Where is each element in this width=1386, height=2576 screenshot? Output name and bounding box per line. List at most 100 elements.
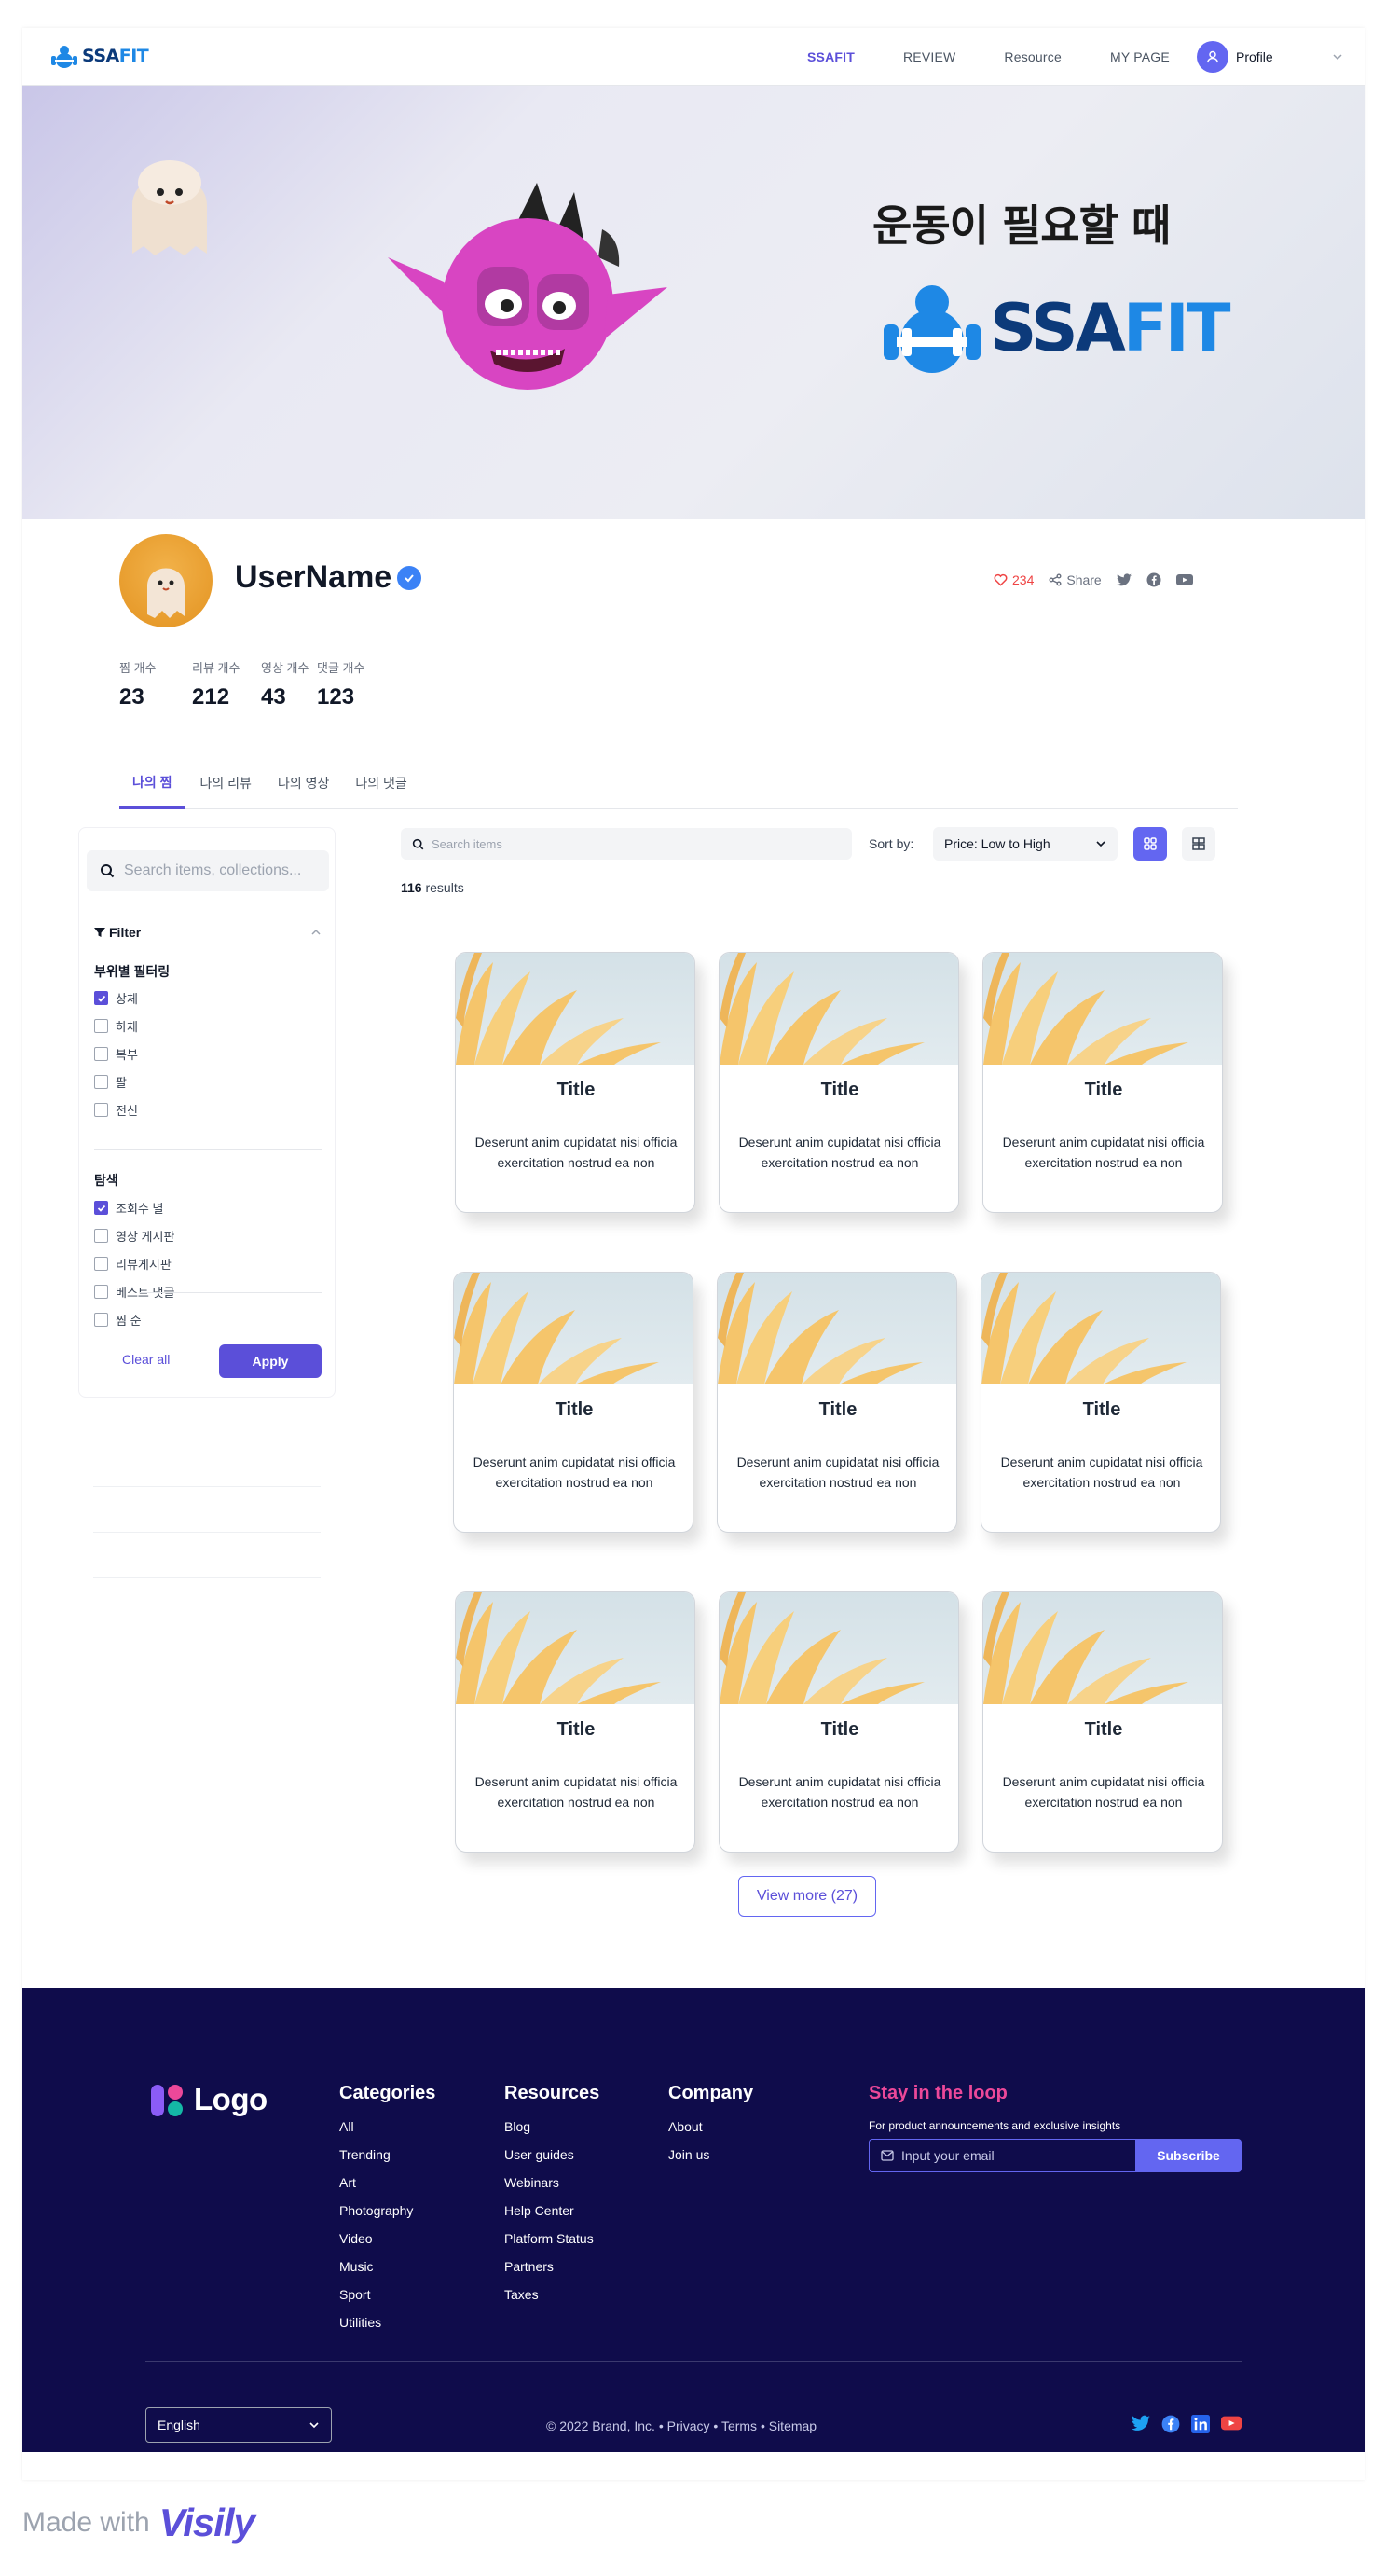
content-card[interactable]: Title Deserunt anim cupidatat nisi offici…: [719, 952, 959, 1213]
checkbox-checked[interactable]: [94, 991, 108, 1005]
filter-option-video-board[interactable]: 영상 게시판: [94, 1227, 174, 1245]
newsletter: Stay in the loop For product announcemen…: [869, 2083, 1120, 2132]
stat-value: 23: [119, 684, 144, 709]
results-number: 116: [401, 880, 422, 895]
hero-banner: 운동이 필요할 때 SSAFIT: [22, 86, 1365, 519]
facebook-icon[interactable]: [1161, 2415, 1180, 2433]
chevron-down-icon[interactable]: [1331, 50, 1344, 63]
nav-my-page[interactable]: MY PAGE: [1110, 49, 1170, 64]
filter-header[interactable]: Filter: [94, 925, 322, 940]
like-button[interactable]: 234: [994, 572, 1034, 587]
footer-link[interactable]: User guides: [504, 2147, 599, 2175]
content-card[interactable]: Title Deserunt anim cupidatat nisi offici…: [981, 1272, 1221, 1533]
search-icon: [412, 838, 424, 849]
apply-button[interactable]: Apply: [219, 1344, 322, 1378]
logo-mark-icon: [151, 2085, 183, 2116]
twitter-icon[interactable]: [1116, 573, 1132, 586]
filter-option-views[interactable]: 조회수 별: [94, 1199, 163, 1217]
filter-option-upper[interactable]: 상체: [94, 989, 138, 1007]
tab-my-reviews[interactable]: 나의 리뷰: [189, 757, 263, 809]
footer-link[interactable]: Photography: [339, 2203, 435, 2231]
nav-resource[interactable]: Resource: [1004, 49, 1062, 64]
card-title: Title: [820, 1719, 859, 1740]
checkbox[interactable]: [94, 1285, 108, 1299]
card-image: [981, 1273, 1220, 1384]
footer-link[interactable]: Utilities: [339, 2315, 435, 2343]
footer-link[interactable]: Music: [339, 2259, 435, 2287]
card-description: Deserunt anim cupidatat nisi officia exe…: [473, 1454, 676, 1490]
nav-review[interactable]: REVIEW: [903, 49, 955, 64]
facebook-icon[interactable]: [1146, 572, 1161, 587]
filter-option-lower[interactable]: 하체: [94, 1017, 138, 1035]
footer-link[interactable]: Help Center: [504, 2203, 599, 2231]
footer-col-categories: Categories All Trending Art Photography …: [339, 2083, 435, 2343]
profile-label: Profile: [1236, 49, 1273, 64]
main-search-input[interactable]: [432, 836, 832, 851]
checkbox[interactable]: [94, 1103, 108, 1117]
language-select[interactable]: English: [145, 2407, 332, 2443]
checkbox[interactable]: [94, 1047, 108, 1061]
made-with-badge[interactable]: Made with Visily: [22, 2500, 255, 2545]
checkbox[interactable]: [94, 1019, 108, 1033]
chevron-up-icon[interactable]: [310, 927, 322, 938]
footer-link[interactable]: Partners: [504, 2259, 599, 2287]
footer-link[interactable]: Webinars: [504, 2175, 599, 2203]
card-image: [456, 1592, 694, 1704]
tab-my-comments[interactable]: 나의 댓글: [344, 757, 418, 809]
divider: [93, 1532, 321, 1533]
footer-link[interactable]: Join us: [668, 2147, 753, 2175]
subscribe-button[interactable]: Subscribe: [1135, 2139, 1242, 2172]
profile-menu[interactable]: Profile: [1197, 41, 1273, 73]
clear-all-button[interactable]: Clear all: [122, 1352, 170, 1367]
tab-my-likes[interactable]: 나의 찜: [119, 757, 185, 809]
content-card[interactable]: Title Deserunt anim cupidatat nisi offici…: [982, 952, 1223, 1213]
footer-link[interactable]: About: [668, 2119, 753, 2147]
content-card[interactable]: Title Deserunt anim cupidatat nisi offici…: [982, 1591, 1223, 1853]
youtube-icon[interactable]: [1175, 573, 1193, 586]
tab-my-videos[interactable]: 나의 영상: [267, 757, 340, 809]
footer-link[interactable]: Taxes: [504, 2287, 599, 2315]
filter-option-fullbody[interactable]: 전신: [94, 1101, 138, 1119]
banner-title: 운동이 필요할 때: [872, 200, 1171, 251]
content-card[interactable]: Title Deserunt anim cupidatat nisi offici…: [455, 1591, 695, 1853]
filter-option-review-board[interactable]: 리뷰게시판: [94, 1255, 172, 1273]
twitter-icon[interactable]: [1132, 2415, 1150, 2431]
linkedin-icon[interactable]: [1191, 2415, 1210, 2433]
view-more-button[interactable]: View more (27): [738, 1876, 876, 1917]
card-description: Deserunt anim cupidatat nisi officia exe…: [738, 1135, 941, 1170]
checkbox[interactable]: [94, 1229, 108, 1243]
filter-option-arm[interactable]: 팔: [94, 1073, 127, 1091]
card-image: [456, 953, 694, 1065]
share-button[interactable]: Share: [1049, 572, 1102, 587]
content-card[interactable]: Title Deserunt anim cupidatat nisi offici…: [719, 1591, 959, 1853]
content-card[interactable]: Title Deserunt anim cupidatat nisi offici…: [453, 1272, 693, 1533]
footer-link[interactable]: Art: [339, 2175, 435, 2203]
filter-option-abs[interactable]: 복부: [94, 1045, 138, 1063]
card-title: Title: [1084, 1080, 1123, 1100]
checkbox[interactable]: [94, 1313, 108, 1327]
footer-link[interactable]: Trending: [339, 2147, 435, 2175]
footer-link[interactable]: Video: [339, 2231, 435, 2259]
youtube-icon[interactable]: [1221, 2415, 1242, 2431]
list-view-button[interactable]: [1182, 827, 1215, 861]
footer-link[interactable]: Sport: [339, 2287, 435, 2315]
footer-link[interactable]: Platform Status: [504, 2231, 599, 2259]
content-card[interactable]: Title Deserunt anim cupidatat nisi offici…: [455, 952, 695, 1213]
content-card[interactable]: Title Deserunt anim cupidatat nisi offici…: [717, 1272, 957, 1533]
email-input[interactable]: [901, 2148, 1125, 2163]
filter-option-likes-order[interactable]: 찜 순: [94, 1311, 142, 1329]
grid-view-button[interactable]: [1133, 827, 1167, 861]
footer-logo[interactable]: Logo: [149, 2081, 268, 2118]
footer-link[interactable]: All: [339, 2119, 435, 2147]
checkbox[interactable]: [94, 1257, 108, 1271]
footer-col-title: Resources: [504, 2083, 600, 2103]
sidebar-search-input[interactable]: [124, 862, 320, 879]
brand-logo[interactable]: SSAFIT: [50, 43, 149, 69]
checkbox-checked[interactable]: [94, 1201, 108, 1215]
card-description: Deserunt anim cupidatat nisi officia exe…: [474, 1774, 678, 1810]
checkbox[interactable]: [94, 1075, 108, 1089]
sidebar-search: [87, 850, 329, 891]
nav-ssafit[interactable]: SSAFIT: [807, 49, 855, 64]
sort-dropdown[interactable]: Price: Low to High: [933, 827, 1118, 861]
footer-link[interactable]: Blog: [504, 2119, 599, 2147]
